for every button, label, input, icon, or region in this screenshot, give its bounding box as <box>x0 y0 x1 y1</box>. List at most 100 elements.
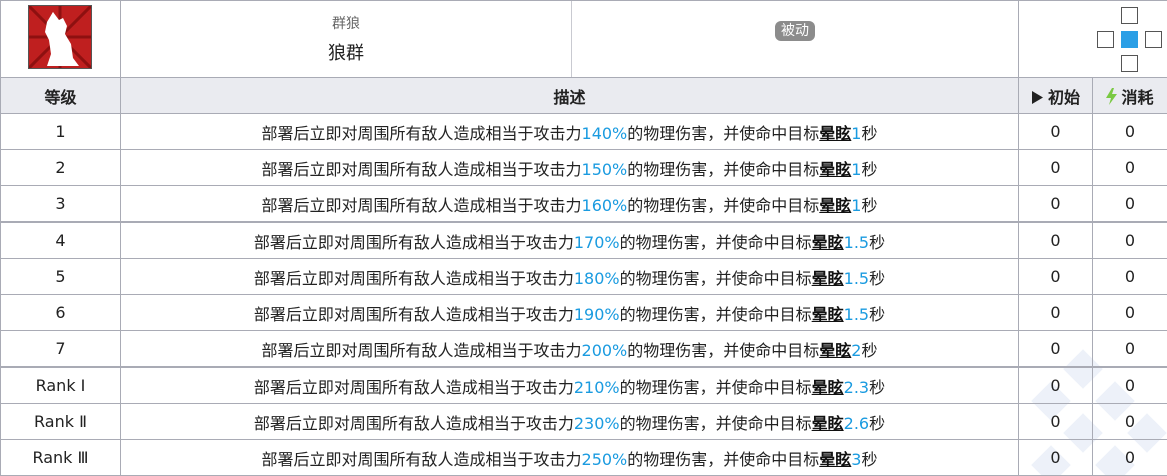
range-tile-left <box>1097 31 1114 48</box>
initial-sp-cell: 0 <box>1019 114 1093 150</box>
sp-cost-cell: 0 <box>1093 150 1167 186</box>
column-header-row: 等级 描述 初始 消耗 <box>1 78 1167 114</box>
level-cell: Rank Ⅱ <box>1 404 121 440</box>
damage-percent: 140% <box>582 124 628 143</box>
range-tile-right <box>1145 31 1162 48</box>
stun-keyword: 晕眩 <box>819 160 851 179</box>
description-cell: 部署后立即对周围所有敌人造成相当于攻击力190%的物理伤害，并使命中目标晕眩1.… <box>121 295 1019 331</box>
sp-cost-cell: 0 <box>1093 440 1167 476</box>
skill-info-cell: 群狼 狼群 被动 <box>121 1 1019 78</box>
level-cell: Rank Ⅲ <box>1 440 121 476</box>
stun-keyword: 晕眩 <box>819 196 851 215</box>
seconds-unit: 秒 <box>861 341 877 360</box>
description-cell: 部署后立即对周围所有敌人造成相当于攻击力230%的物理伤害，并使命中目标晕眩2.… <box>121 404 1019 440</box>
level-cell: 1 <box>1 114 121 150</box>
level-column-header: 等级 <box>1 78 121 114</box>
description-text: 的物理伤害，并使命中目标 <box>620 305 812 324</box>
level-cell: 6 <box>1 295 121 331</box>
table-row: 7 部署后立即对周围所有敌人造成相当于攻击力200%的物理伤害，并使命中目标晕眩… <box>1 331 1167 368</box>
wolf-howl-icon <box>28 5 92 69</box>
level-cell: 2 <box>1 150 121 186</box>
range-tile-self <box>1121 31 1138 48</box>
description-cell: 部署后立即对周围所有敌人造成相当于攻击力170%的物理伤害，并使命中目标晕眩1.… <box>121 222 1019 259</box>
table-row: 3 部署后立即对周围所有敌人造成相当于攻击力160%的物理伤害，并使命中目标晕眩… <box>1 186 1167 223</box>
seconds-unit: 秒 <box>861 196 877 215</box>
skill-subtitle: 群狼 <box>332 13 360 33</box>
description-text: 的物理伤害，并使命中目标 <box>627 160 819 179</box>
description-text: 部署后立即对周围所有敌人造成相当于攻击力 <box>254 305 574 324</box>
skill-name-box: 群狼 狼群 <box>121 1 572 77</box>
description-text: 的物理伤害，并使命中目标 <box>620 378 812 397</box>
seconds-unit: 秒 <box>869 414 885 433</box>
description-text: 的物理伤害，并使命中目标 <box>627 196 819 215</box>
cost-column-header: 消耗 <box>1093 78 1167 114</box>
initial-sp-cell: 0 <box>1019 331 1093 368</box>
stun-duration: 1.5 <box>844 305 869 324</box>
skill-table: 群狼 狼群 被动 等级 描述 <box>0 0 1167 476</box>
damage-percent: 160% <box>582 196 628 215</box>
description-text: 部署后立即对周围所有敌人造成相当于攻击力 <box>262 450 582 469</box>
description-text: 部署后立即对周围所有敌人造成相当于攻击力 <box>262 196 582 215</box>
description-text: 部署后立即对周围所有敌人造成相当于攻击力 <box>254 269 574 288</box>
description-text: 的物理伤害，并使命中目标 <box>627 450 819 469</box>
seconds-unit: 秒 <box>869 233 885 252</box>
damage-percent: 170% <box>574 233 620 252</box>
description-text: 的物理伤害，并使命中目标 <box>620 414 812 433</box>
table-row: 4 部署后立即对周围所有敌人造成相当于攻击力170%的物理伤害，并使命中目标晕眩… <box>1 222 1167 259</box>
damage-percent: 180% <box>574 269 620 288</box>
range-tile-bottom <box>1121 55 1138 72</box>
description-column-header: 描述 <box>121 78 1019 114</box>
table-row: Rank Ⅱ 部署后立即对周围所有敌人造成相当于攻击力230%的物理伤害，并使命… <box>1 404 1167 440</box>
description-text: 部署后立即对周围所有敌人造成相当于攻击力 <box>254 233 574 252</box>
stun-keyword: 晕眩 <box>812 414 844 433</box>
stun-keyword: 晕眩 <box>812 305 844 324</box>
description-cell: 部署后立即对周围所有敌人造成相当于攻击力200%的物理伤害，并使命中目标晕眩2秒 <box>121 331 1019 368</box>
description-text: 部署后立即对周围所有敌人造成相当于攻击力 <box>254 378 574 397</box>
range-tile-top <box>1121 7 1138 24</box>
table-row: 6 部署后立即对周围所有敌人造成相当于攻击力190%的物理伤害，并使命中目标晕眩… <box>1 295 1167 331</box>
sp-cost-cell: 0 <box>1093 367 1167 404</box>
level-cell: Rank Ⅰ <box>1 367 121 404</box>
damage-percent: 210% <box>574 378 620 397</box>
initial-sp-cell: 0 <box>1019 222 1093 259</box>
description-text: 的物理伤害，并使命中目标 <box>627 341 819 360</box>
initial-sp-cell: 0 <box>1019 367 1093 404</box>
table-row: 1 部署后立即对周围所有敌人造成相当于攻击力140%的物理伤害，并使命中目标晕眩… <box>1 114 1167 150</box>
sp-cost-cell: 0 <box>1093 114 1167 150</box>
initial-sp-cell: 0 <box>1019 404 1093 440</box>
initial-sp-cell: 0 <box>1019 150 1093 186</box>
description-text: 部署后立即对周围所有敌人造成相当于攻击力 <box>262 124 582 143</box>
stun-duration: 2.6 <box>844 414 869 433</box>
stun-keyword: 晕眩 <box>819 124 851 143</box>
initial-sp-cell: 0 <box>1019 259 1093 295</box>
stun-keyword: 晕眩 <box>812 233 844 252</box>
skill-type-box: 被动 <box>572 1 1018 77</box>
stun-keyword: 晕眩 <box>819 341 851 360</box>
initial-column-header: 初始 <box>1019 78 1093 114</box>
sp-cost-cell: 0 <box>1093 222 1167 259</box>
attack-range-grid-icon <box>1097 7 1163 73</box>
description-cell: 部署后立即对周围所有敌人造成相当于攻击力150%的物理伤害，并使命中目标晕眩1秒 <box>121 150 1019 186</box>
level-cell: 7 <box>1 331 121 368</box>
table-row: Rank Ⅰ 部署后立即对周围所有敌人造成相当于攻击力210%的物理伤害，并使命… <box>1 367 1167 404</box>
skill-type-badge: 被动 <box>775 21 815 41</box>
initial-sp-cell: 0 <box>1019 295 1093 331</box>
description-cell: 部署后立即对周围所有敌人造成相当于攻击力160%的物理伤害，并使命中目标晕眩1秒 <box>121 186 1019 223</box>
stun-keyword: 晕眩 <box>812 269 844 288</box>
damage-percent: 150% <box>582 160 628 179</box>
stun-keyword: 晕眩 <box>819 450 851 469</box>
stun-duration: 1 <box>851 160 861 179</box>
seconds-unit: 秒 <box>861 450 877 469</box>
sp-cost-cell: 0 <box>1093 331 1167 368</box>
table-row: Rank Ⅲ 部署后立即对周围所有敌人造成相当于攻击力250%的物理伤害，并使命… <box>1 440 1167 476</box>
damage-percent: 190% <box>574 305 620 324</box>
stun-duration: 2.3 <box>844 378 869 397</box>
damage-percent: 200% <box>582 341 628 360</box>
description-text: 的物理伤害，并使命中目标 <box>620 233 812 252</box>
stun-duration: 1.5 <box>844 269 869 288</box>
description-cell: 部署后立即对周围所有敌人造成相当于攻击力210%的物理伤害，并使命中目标晕眩2.… <box>121 367 1019 404</box>
description-text: 部署后立即对周围所有敌人造成相当于攻击力 <box>262 160 582 179</box>
initial-sp-cell: 0 <box>1019 186 1093 223</box>
seconds-unit: 秒 <box>861 124 877 143</box>
initial-column-label: 初始 <box>1048 88 1080 107</box>
